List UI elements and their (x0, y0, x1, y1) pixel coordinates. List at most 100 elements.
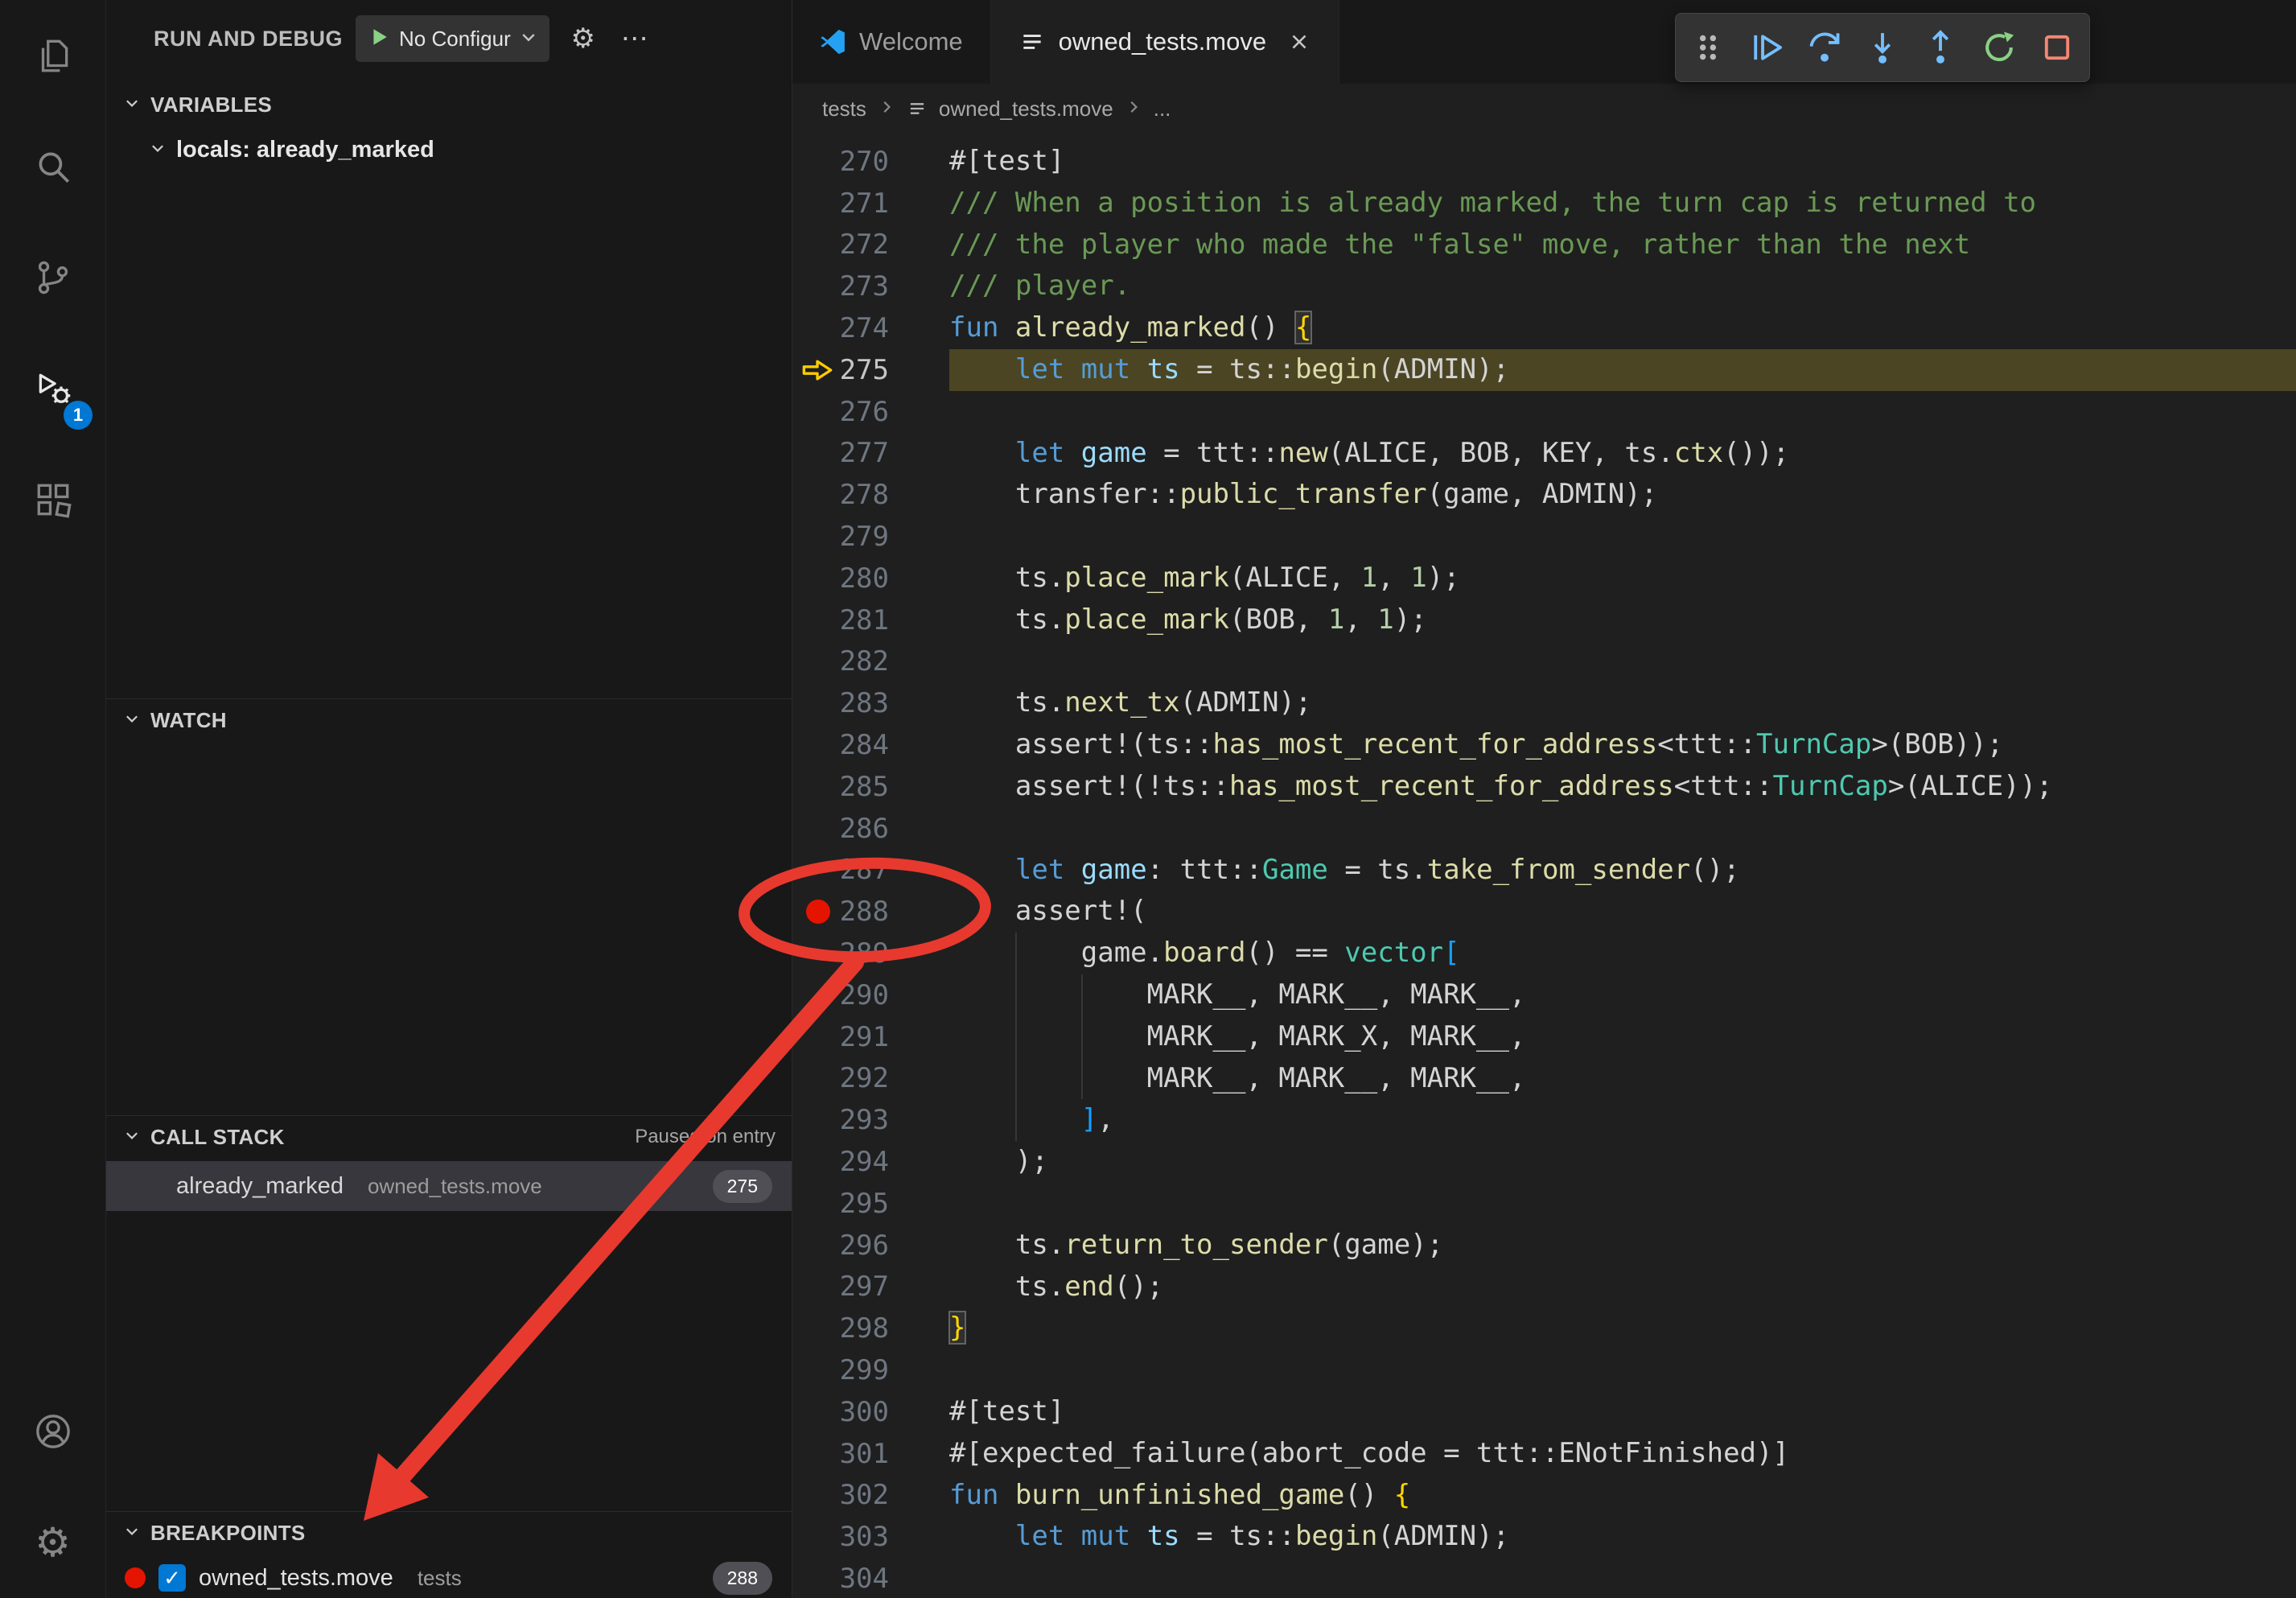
gutter[interactable]: 292 (792, 1058, 949, 1100)
code-line-content[interactable]: assert!(!ts::has_most_recent_for_address… (949, 766, 2296, 808)
activity-item-search[interactable] (0, 111, 105, 222)
stop-button[interactable] (2031, 22, 2083, 73)
more-actions-icon[interactable]: ⋯ (617, 21, 652, 56)
gutter[interactable]: 276 (792, 391, 949, 433)
gutter[interactable]: 291 (792, 1016, 949, 1058)
gutter[interactable]: 286 (792, 808, 949, 850)
gutter[interactable]: 278 (792, 474, 949, 516)
code-line-content[interactable]: fun burn_unfinished_game() { (949, 1475, 2296, 1517)
breadcrumb-item-tests[interactable]: tests (822, 97, 866, 121)
gutter[interactable]: 271 (792, 183, 949, 224)
call-stack-frame-row[interactable]: already_marked owned_tests.move 275 (105, 1161, 792, 1211)
activity-item-run-and-debug[interactable]: 1 (0, 333, 105, 444)
gutter[interactable]: 285 (792, 766, 949, 808)
gutter[interactable]: 293 (792, 1099, 949, 1141)
code-line-content[interactable]: ], (949, 1099, 2296, 1141)
code-line-content[interactable]: fun already_marked() { (949, 307, 2296, 349)
code-line-content[interactable] (949, 808, 2296, 850)
debug-config-dropdown[interactable]: No Configur (356, 15, 549, 62)
code-line-content[interactable]: MARK__, MARK__, MARK__, (949, 1058, 2296, 1100)
activity-item-source-control[interactable] (0, 222, 105, 333)
step-out-button[interactable] (1915, 22, 1966, 73)
gutter[interactable]: 294 (792, 1141, 949, 1183)
code-line-content[interactable]: assert!( (949, 891, 2296, 933)
code-line-content[interactable] (949, 1558, 2296, 1598)
activity-item-accounts[interactable] (0, 1376, 105, 1487)
gutter[interactable]: 296 (792, 1225, 949, 1266)
code-line-content[interactable]: ts.place_mark(BOB, 1, 1); (949, 599, 2296, 641)
gutter[interactable]: 284 (792, 724, 949, 766)
code-line-content[interactable]: assert!(ts::has_most_recent_for_address<… (949, 724, 2296, 766)
gutter[interactable]: 272 (792, 224, 949, 266)
code-line-content[interactable]: #[test] (949, 1391, 2296, 1433)
gutter[interactable]: 289 (792, 933, 949, 974)
code-line-content[interactable]: let mut ts = ts::begin(ADMIN); (949, 1516, 2296, 1558)
variables-section-header[interactable]: VARIABLES (105, 84, 792, 126)
variables-scope-row[interactable]: locals: already_marked (105, 129, 792, 171)
code-line-content[interactable]: let game = ttt::new(ALICE, BOB, KEY, ts.… (949, 433, 2296, 475)
code-line-content[interactable] (949, 391, 2296, 433)
activity-item-explorer[interactable] (0, 0, 105, 111)
gutter[interactable]: 279 (792, 516, 949, 558)
code-line-content[interactable]: ts.next_tx(ADMIN); (949, 682, 2296, 724)
code-line-content[interactable] (949, 1349, 2296, 1391)
gutter[interactable]: 300 (792, 1391, 949, 1433)
breakpoint-dot-icon[interactable] (806, 900, 830, 924)
code-line-content[interactable]: ts.place_mark(ALICE, 1, 1); (949, 558, 2296, 599)
gutter[interactable]: 297 (792, 1266, 949, 1308)
activity-item-extensions[interactable] (0, 444, 105, 555)
gutter[interactable]: 280 (792, 558, 949, 599)
continue-button[interactable] (1741, 22, 1792, 73)
code-line-content[interactable]: } (949, 1308, 2296, 1349)
code-line-content[interactable]: ); (949, 1141, 2296, 1183)
code-line-content[interactable] (949, 516, 2296, 558)
gutter[interactable]: 281 (792, 599, 949, 641)
code-line-content[interactable] (949, 1183, 2296, 1225)
code-line-content[interactable]: MARK__, MARK_X, MARK__, (949, 1016, 2296, 1058)
code-line-content[interactable]: #[test] (949, 141, 2296, 183)
step-into-button[interactable] (1857, 22, 1908, 73)
gutter[interactable]: 277 (792, 433, 949, 475)
gutter[interactable]: 301 (792, 1433, 949, 1475)
code-line-content[interactable]: #[expected_failure(abort_code = ttt::ENo… (949, 1433, 2296, 1475)
breakpoint-checkbox[interactable]: ✓ (158, 1564, 186, 1592)
code-line-content[interactable]: /// player. (949, 266, 2296, 307)
tab-owned_tests.move[interactable]: owned_tests.move (991, 0, 1339, 84)
code-line-content[interactable] (949, 641, 2296, 683)
breakpoints-section-header[interactable]: BREAKPOINTS (105, 1512, 792, 1554)
start-debugging-icon[interactable] (367, 25, 391, 53)
breakpoint-row[interactable]: ✓ owned_tests.move tests 288 (105, 1555, 792, 1598)
call-stack-section-header[interactable]: CALL STACK Paused on entry (105, 1116, 792, 1158)
gutter[interactable]: 282 (792, 641, 949, 683)
code-line-content[interactable]: /// the player who made the "false" move… (949, 224, 2296, 266)
breadcrumb-item-symbol[interactable]: ... (1154, 97, 1171, 121)
tab-welcome[interactable]: Welcome (792, 0, 991, 84)
code-line-content[interactable]: ts.end(); (949, 1266, 2296, 1308)
gutter[interactable]: 275 (792, 349, 949, 391)
code-line-content[interactable]: /// When a position is already marked, t… (949, 183, 2296, 224)
code-line-content[interactable]: ts.return_to_sender(game); (949, 1225, 2296, 1266)
code-line-content[interactable]: game.board() == vector[ (949, 933, 2296, 974)
breadcrumb-item-file[interactable]: owned_tests.move (939, 97, 1113, 121)
step-over-button[interactable] (1799, 22, 1850, 73)
toolbar-drag-handle[interactable] (1682, 22, 1734, 73)
gutter[interactable]: 303 (792, 1516, 949, 1558)
gutter[interactable]: 270 (792, 141, 949, 183)
gutter[interactable]: 302 (792, 1475, 949, 1517)
gutter[interactable]: 295 (792, 1183, 949, 1225)
gutter[interactable]: 287 (792, 850, 949, 892)
gutter[interactable]: 273 (792, 266, 949, 307)
code-line-content[interactable]: let mut ts = ts::begin(ADMIN); (949, 349, 2296, 391)
close-tab-icon[interactable] (1287, 30, 1311, 54)
code-line-content[interactable]: let game: ttt::Game = ts.take_from_sende… (949, 850, 2296, 892)
gutter[interactable]: 283 (792, 682, 949, 724)
code-line-content[interactable]: transfer::public_transfer(game, ADMIN); (949, 474, 2296, 516)
gutter[interactable]: 288 (792, 891, 949, 933)
gutter[interactable]: 304 (792, 1558, 949, 1598)
gutter[interactable]: 299 (792, 1349, 949, 1391)
gutter[interactable]: 298 (792, 1308, 949, 1349)
restart-button[interactable] (1973, 22, 2025, 73)
activity-item-settings-gear[interactable]: ⚙ (0, 1487, 105, 1598)
gutter[interactable]: 290 (792, 974, 949, 1016)
code-line-content[interactable]: MARK__, MARK__, MARK__, (949, 974, 2296, 1016)
